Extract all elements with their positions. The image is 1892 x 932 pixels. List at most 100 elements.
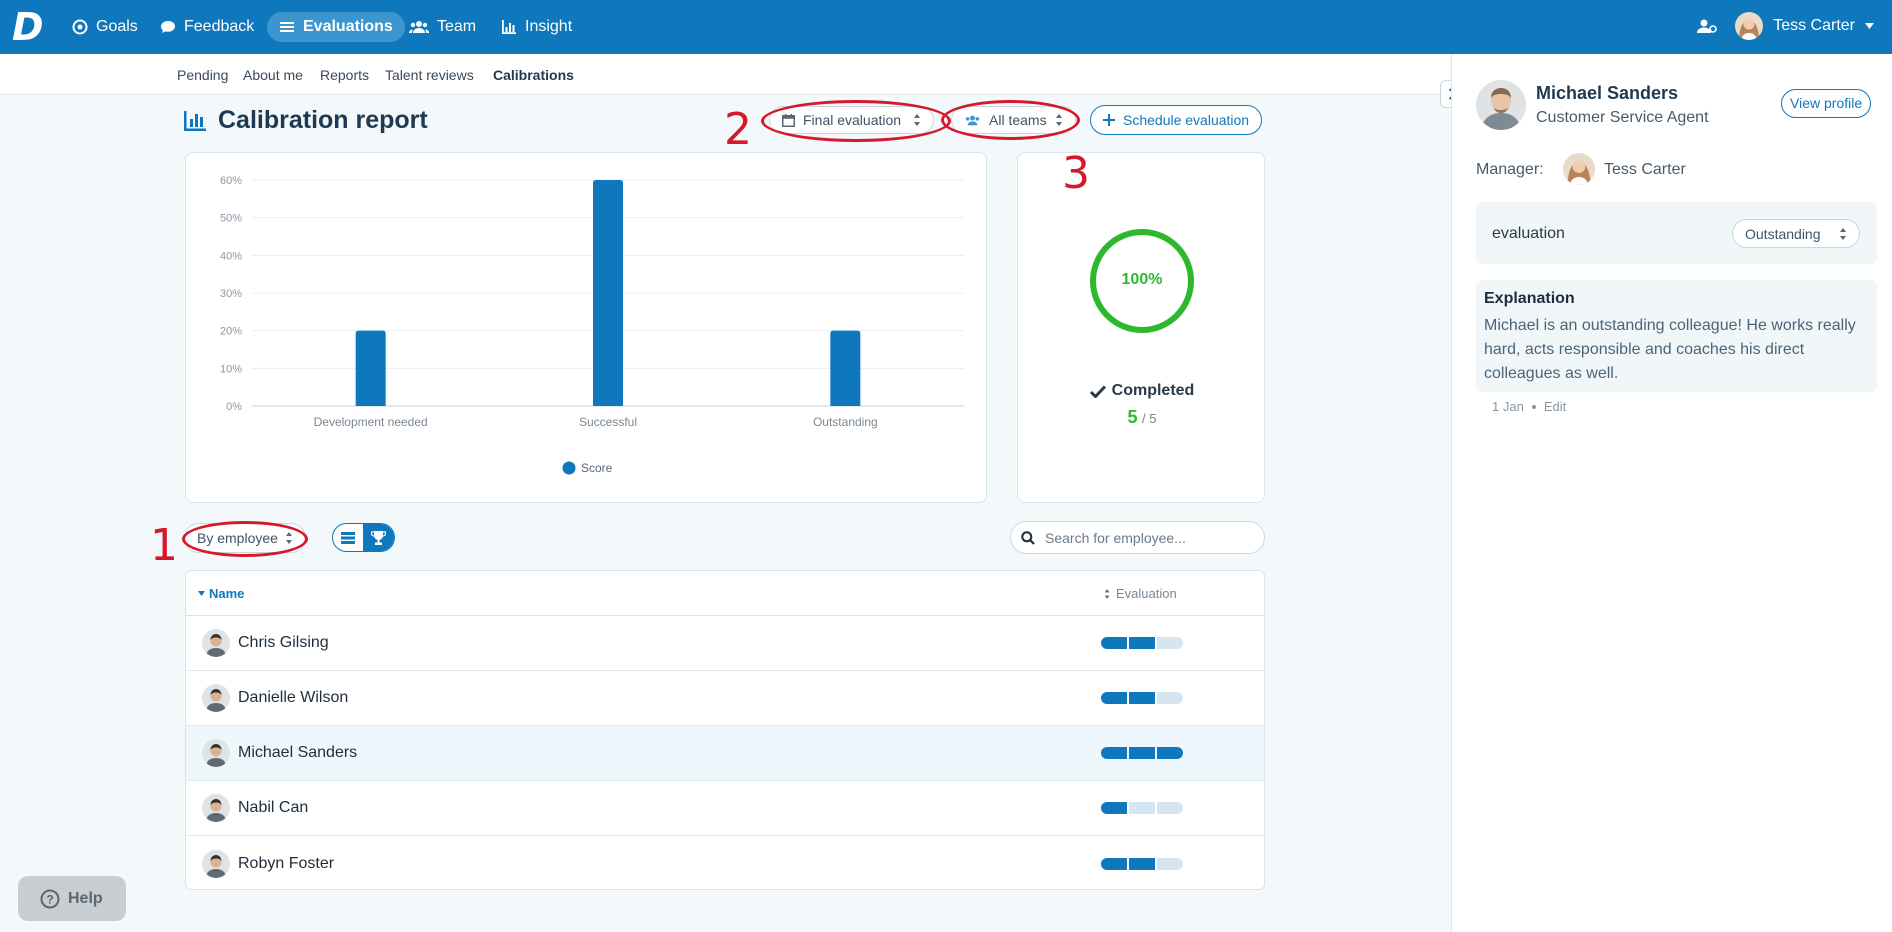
meta-separator <box>1531 404 1536 409</box>
employee-name[interactable]: Michael Sanders <box>238 744 357 762</box>
nav-goals[interactable]: Goals <box>60 12 150 42</box>
nav-team-label: Team <box>437 18 477 35</box>
explanation-date: 1 Jan <box>1492 399 1524 414</box>
x-tick-label: Development needed <box>314 415 428 429</box>
table-view-button[interactable] <box>333 524 363 551</box>
users-icon <box>409 21 429 33</box>
table-header: Name Evaluation <box>186 571 1264 616</box>
nav-team[interactable]: Team <box>397 12 488 42</box>
completion-status-label: Completed <box>1111 382 1195 399</box>
calibration-chart-card: 0% 10% 20% 30% 40% 50% 60% Development needed Su… <box>185 152 987 503</box>
caret-down-icon[interactable] <box>1865 23 1874 29</box>
manager-label: Manager: <box>1476 161 1544 178</box>
sub-navigation: Pending About me Reports Talent reviews … <box>0 54 1450 95</box>
table-icon <box>341 531 355 544</box>
completion-done: 5 <box>1127 407 1138 427</box>
user-settings-icon[interactable] <box>1697 18 1718 34</box>
evaluation-level-bar <box>1101 857 1183 870</box>
y-tick-label: 60% <box>220 175 242 187</box>
app-logo[interactable]: D <box>12 8 46 46</box>
evaluation-row: evaluation Outstanding <box>1476 202 1877 264</box>
evaluation-column-label: Evaluation <box>1116 586 1177 601</box>
x-tick-label: Outstanding <box>813 415 878 429</box>
employee-role: Customer Service Agent <box>1536 109 1709 126</box>
schedule-evaluation-label: Schedule evaluation <box>1123 112 1250 128</box>
help-label: Help <box>68 889 103 907</box>
employee-name[interactable]: Michael Sanders <box>1536 83 1678 104</box>
completion-card: 100% Completed 5 / 5 <box>1017 152 1265 503</box>
employee-avatar <box>202 849 230 878</box>
evaluation-select[interactable]: Outstanding <box>1732 219 1860 248</box>
completion-status: Completed <box>1018 382 1266 400</box>
search-icon <box>1021 530 1035 545</box>
legend-swatch <box>562 461 576 475</box>
subnav-reports[interactable]: Reports <box>320 67 369 83</box>
subnav-about-me[interactable]: About me <box>243 67 303 83</box>
evaluation-level-bar <box>1101 747 1183 759</box>
user-name[interactable]: Tess Carter <box>1773 17 1855 35</box>
page-title: Calibration report <box>184 106 428 135</box>
subnav-pending[interactable]: Pending <box>177 67 228 83</box>
top-navigation-bar: D Goals Feedback Evaluations Team Insigh… <box>0 0 1892 54</box>
nav-evaluations[interactable]: Evaluations <box>267 12 405 42</box>
explanation-meta: 1 Jan Edit <box>1492 399 1566 414</box>
table-row[interactable]: Chris Gilsing <box>186 616 1264 671</box>
name-column-header[interactable]: Name <box>198 586 244 601</box>
sort-desc-icon <box>198 591 205 596</box>
employee-search[interactable] <box>1010 521 1265 554</box>
y-tick-label: 0% <box>226 401 242 413</box>
view-profile-button[interactable]: View profile <box>1781 89 1872 118</box>
evaluation-level-segment <box>1157 747 1183 759</box>
completion-ring <box>1090 229 1194 333</box>
table-row[interactable]: Robyn Foster <box>186 836 1264 889</box>
subnav-calibrations[interactable]: Calibrations <box>493 67 574 83</box>
help-button[interactable]: ? Help <box>18 876 126 921</box>
edit-link[interactable]: Edit <box>1544 399 1566 414</box>
nav-insight[interactable]: Insight <box>489 12 584 42</box>
evaluation-level-segment <box>1129 692 1155 704</box>
search-input[interactable] <box>1045 529 1245 546</box>
employee-avatar <box>202 794 230 822</box>
evaluation-level-segment <box>1129 637 1155 649</box>
table-row[interactable]: Danielle Wilson <box>186 671 1264 726</box>
annotation-number: 2 <box>724 104 752 155</box>
bar <box>830 330 861 406</box>
nav-feedback[interactable]: Feedback <box>148 12 266 42</box>
manager-name[interactable]: Tess Carter <box>1604 161 1686 179</box>
question-circle-icon: ? <box>40 889 60 908</box>
table-row[interactable]: Nabil Can <box>186 781 1264 836</box>
bar-chart-icon <box>502 20 516 34</box>
subnav-talent-reviews[interactable]: Talent reviews <box>385 67 474 83</box>
user-menu[interactable]: Tess Carter <box>1697 12 1874 40</box>
evaluation-level-segment <box>1101 637 1127 649</box>
check-icon <box>1089 384 1106 398</box>
bar <box>593 180 623 406</box>
trophy-icon <box>371 530 386 545</box>
bar-chart-icon <box>184 110 206 131</box>
explanation-text: Michael is an outstanding colleague! He … <box>1484 317 1856 382</box>
evaluation-level-segment <box>1101 747 1127 759</box>
employee-avatar <box>202 739 230 767</box>
table-row[interactable]: Michael Sanders <box>186 726 1264 781</box>
evaluation-level-segment <box>1101 857 1127 870</box>
employee-avatar <box>1476 80 1526 130</box>
employee-avatar <box>202 629 230 657</box>
ranking-view-button[interactable] <box>363 524 394 551</box>
view-toggle[interactable] <box>332 523 395 552</box>
employee-name[interactable]: Nabil Can <box>238 799 308 817</box>
schedule-evaluation-button[interactable]: Schedule evaluation <box>1090 105 1263 135</box>
employee-name[interactable]: Danielle Wilson <box>238 689 348 707</box>
evaluation-column-header[interactable]: Evaluation <box>1104 586 1177 601</box>
evaluation-level-bar <box>1101 802 1183 814</box>
evaluation-level-segment <box>1129 857 1155 870</box>
evaluation-level-segment <box>1101 692 1127 704</box>
completion-count: 5 / 5 <box>1018 407 1266 428</box>
employee-table: Name Evaluation Chris Gilsing Danielle Wi… <box>185 570 1265 890</box>
y-tick-label: 50% <box>220 213 242 225</box>
nav-evaluations-label: Evaluations <box>303 18 393 35</box>
user-avatar[interactable] <box>1735 12 1764 40</box>
employee-name[interactable]: Robyn Foster <box>238 855 334 873</box>
x-tick-label: Successful <box>579 415 637 429</box>
employee-name[interactable]: Chris Gilsing <box>238 634 329 652</box>
name-column-label: Name <box>209 586 245 601</box>
